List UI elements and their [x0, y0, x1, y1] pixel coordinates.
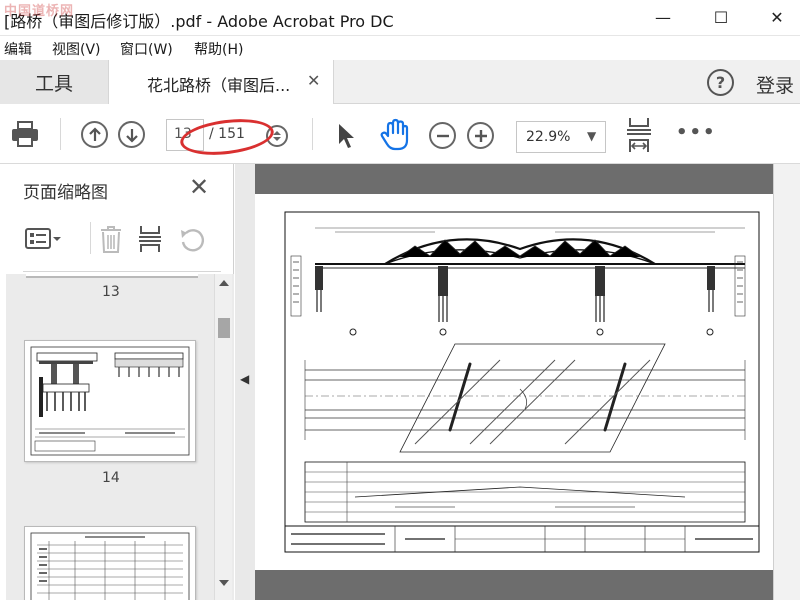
print-button[interactable]: [10, 120, 40, 148]
fit-page-button[interactable]: [625, 116, 653, 154]
zoom-select[interactable]: 22.9% ▼: [516, 121, 606, 153]
close-window-button[interactable]: ✕: [754, 0, 800, 34]
maximize-icon: ☐: [713, 7, 729, 27]
thumbnail-page-14-drawing: [30, 346, 190, 456]
select-tool-button[interactable]: [336, 122, 358, 150]
right-tools-strip[interactable]: [773, 164, 800, 600]
collapse-panel-icon[interactable]: ◀: [240, 372, 249, 386]
minimize-icon: —: [655, 7, 671, 27]
menu-edit[interactable]: 编辑: [4, 39, 32, 59]
select-arrow-icon: [339, 124, 354, 148]
title-bar: [路桥（审图后修订版）.pdf - Adobe Acrobat Pro DC 中…: [0, 0, 800, 36]
panel-close-icon[interactable]: ✕: [189, 173, 209, 201]
zoom-in-icon: [474, 129, 487, 142]
watermark: 中国道桥网: [4, 4, 75, 19]
delete-page-button[interactable]: [98, 224, 124, 254]
thumbnail-scrollbar[interactable]: [214, 274, 232, 600]
thumbnail-label-14: 14: [102, 470, 120, 486]
rotate-page-icon: [181, 229, 205, 252]
page-down-icon: [125, 128, 138, 143]
scroll-up-icon[interactable]: [218, 278, 230, 288]
tab-tools[interactable]: 工具: [0, 60, 108, 104]
menu-window[interactable]: 窗口(W): [120, 39, 173, 59]
fit-page-icon: [627, 118, 651, 152]
thumbnail-label-13: 13: [102, 284, 120, 300]
panel-tool-separator: [90, 222, 91, 254]
zoom-out-icon: [436, 134, 449, 137]
maximize-button[interactable]: ☐: [698, 0, 744, 34]
tab-close-icon[interactable]: ✕: [307, 71, 320, 90]
tab-document-label: 花北路桥（审图后...: [147, 76, 291, 95]
print-icon: [12, 121, 38, 147]
menu-bar: 编辑 视图(V) 窗口(W) 帮助(H): [0, 36, 800, 60]
insert-page-button[interactable]: [137, 224, 163, 254]
scrollbar-thumb[interactable]: [218, 318, 230, 338]
rotate-page-button[interactable]: [178, 226, 206, 254]
thumbnail-options-icon: [25, 228, 61, 249]
hand-tool-icon: [380, 118, 409, 151]
scroll-down-icon[interactable]: [218, 578, 230, 588]
panel-divider: [23, 271, 221, 272]
toolbar: 13 / 151 22.9% ▼ •••: [0, 104, 800, 164]
more-icon[interactable]: •••: [676, 122, 717, 143]
thumbnail-page-15[interactable]: [24, 526, 196, 600]
zoom-in-button[interactable]: [467, 122, 494, 149]
page-down-button[interactable]: [118, 121, 145, 148]
zoom-value: 22.9%: [526, 129, 571, 145]
page-up-button[interactable]: [81, 121, 108, 148]
page-up-icon: [88, 126, 101, 141]
help-icon[interactable]: ?: [707, 69, 734, 96]
thumbnail-page-13-edge[interactable]: [26, 274, 198, 278]
thumbnail-list[interactable]: 13 14: [6, 274, 234, 600]
close-icon: ✕: [770, 7, 784, 27]
panel-title: 页面缩略图: [23, 183, 108, 203]
thumbnails-panel: 页面缩略图 ✕ 13 14: [6, 164, 234, 600]
login-button[interactable]: 登录: [756, 71, 794, 98]
thumbnail-page-14[interactable]: [24, 340, 196, 462]
insert-page-icon: [139, 226, 161, 252]
document-page: [255, 194, 773, 570]
zoom-out-button[interactable]: [429, 122, 456, 149]
hand-tool-button[interactable]: [379, 118, 411, 152]
menu-view[interactable]: 视图(V): [52, 39, 101, 59]
bridge-drawing: [284, 211, 760, 553]
toolbar-separator: [60, 118, 61, 150]
tab-bar: 工具 花北路桥（审图后... ✕ ? 登录: [0, 60, 800, 104]
delete-page-icon: [101, 226, 121, 253]
toolbar-separator: [312, 118, 313, 150]
menu-help[interactable]: 帮助(H): [194, 39, 243, 59]
thumbnail-options-button[interactable]: [24, 226, 64, 252]
chevron-down-icon: ▼: [587, 129, 597, 143]
tab-document[interactable]: 花北路桥（审图后... ✕: [108, 60, 334, 104]
minimize-button[interactable]: —: [640, 0, 686, 34]
thumbnail-page-15-drawing: [30, 532, 190, 600]
